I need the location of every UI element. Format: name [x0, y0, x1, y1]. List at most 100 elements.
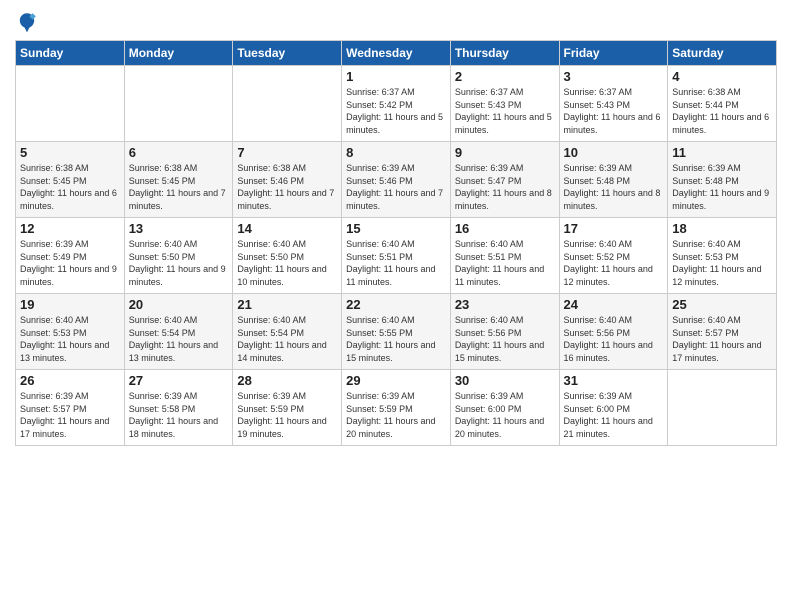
calendar-header-saturday: Saturday	[668, 41, 777, 66]
day-info: Sunrise: 6:39 AM Sunset: 5:58 PM Dayligh…	[129, 390, 229, 440]
calendar-cell	[16, 66, 125, 142]
day-number: 31	[564, 373, 664, 388]
calendar-cell: 5 Sunrise: 6:38 AM Sunset: 5:45 PM Daylig…	[16, 142, 125, 218]
calendar-cell: 8 Sunrise: 6:39 AM Sunset: 5:46 PM Daylig…	[342, 142, 451, 218]
day-info: Sunrise: 6:38 AM Sunset: 5:45 PM Dayligh…	[129, 162, 229, 212]
calendar-cell: 14 Sunrise: 6:40 AM Sunset: 5:50 PM Dayli…	[233, 218, 342, 294]
calendar-header-monday: Monday	[124, 41, 233, 66]
day-number: 5	[20, 145, 120, 160]
calendar-cell: 17 Sunrise: 6:40 AM Sunset: 5:52 PM Dayli…	[559, 218, 668, 294]
day-info: Sunrise: 6:40 AM Sunset: 5:55 PM Dayligh…	[346, 314, 446, 364]
day-number: 18	[672, 221, 772, 236]
day-info: Sunrise: 6:40 AM Sunset: 5:56 PM Dayligh…	[455, 314, 555, 364]
calendar-cell: 24 Sunrise: 6:40 AM Sunset: 5:56 PM Dayli…	[559, 294, 668, 370]
day-number: 20	[129, 297, 229, 312]
calendar-week-3: 12 Sunrise: 6:39 AM Sunset: 5:49 PM Dayli…	[16, 218, 777, 294]
calendar-week-1: 1 Sunrise: 6:37 AM Sunset: 5:42 PM Daylig…	[16, 66, 777, 142]
day-info: Sunrise: 6:38 AM Sunset: 5:45 PM Dayligh…	[20, 162, 120, 212]
calendar-cell: 1 Sunrise: 6:37 AM Sunset: 5:42 PM Daylig…	[342, 66, 451, 142]
day-info: Sunrise: 6:39 AM Sunset: 6:00 PM Dayligh…	[455, 390, 555, 440]
day-number: 14	[237, 221, 337, 236]
day-number: 9	[455, 145, 555, 160]
day-number: 22	[346, 297, 446, 312]
day-info: Sunrise: 6:39 AM Sunset: 5:48 PM Dayligh…	[672, 162, 772, 212]
day-info: Sunrise: 6:40 AM Sunset: 5:52 PM Dayligh…	[564, 238, 664, 288]
calendar-week-5: 26Sunrise: 6:39 AM Sunset: 5:57 PM Dayli…	[16, 370, 777, 446]
day-info: Sunrise: 6:40 AM Sunset: 5:50 PM Dayligh…	[129, 238, 229, 288]
day-number: 2	[455, 69, 555, 84]
calendar-week-4: 19Sunrise: 6:40 AM Sunset: 5:53 PM Dayli…	[16, 294, 777, 370]
day-info: Sunrise: 6:40 AM Sunset: 5:54 PM Dayligh…	[129, 314, 229, 364]
calendar-cell	[233, 66, 342, 142]
day-info: Sunrise: 6:40 AM Sunset: 5:57 PM Dayligh…	[672, 314, 772, 364]
calendar-table: SundayMondayTuesdayWednesdayThursdayFrid…	[15, 40, 777, 446]
calendar-cell: 16 Sunrise: 6:40 AM Sunset: 5:51 PM Dayli…	[450, 218, 559, 294]
day-info: Sunrise: 6:39 AM Sunset: 5:49 PM Dayligh…	[20, 238, 120, 288]
calendar-cell: 4 Sunrise: 6:38 AM Sunset: 5:44 PM Daylig…	[668, 66, 777, 142]
day-info: Sunrise: 6:37 AM Sunset: 5:43 PM Dayligh…	[564, 86, 664, 136]
day-info: Sunrise: 6:37 AM Sunset: 5:42 PM Dayligh…	[346, 86, 446, 136]
day-number: 23	[455, 297, 555, 312]
calendar-cell: 12 Sunrise: 6:39 AM Sunset: 5:49 PM Dayli…	[16, 218, 125, 294]
calendar-cell: 2 Sunrise: 6:37 AM Sunset: 5:43 PM Daylig…	[450, 66, 559, 142]
day-info: Sunrise: 6:40 AM Sunset: 5:56 PM Dayligh…	[564, 314, 664, 364]
day-info: Sunrise: 6:37 AM Sunset: 5:43 PM Dayligh…	[455, 86, 555, 136]
day-info: Sunrise: 6:40 AM Sunset: 5:51 PM Dayligh…	[346, 238, 446, 288]
day-number: 11	[672, 145, 772, 160]
day-number: 4	[672, 69, 772, 84]
day-number: 28	[237, 373, 337, 388]
day-number: 21	[237, 297, 337, 312]
calendar-cell: 13 Sunrise: 6:40 AM Sunset: 5:50 PM Dayli…	[124, 218, 233, 294]
calendar-cell: 22 Sunrise: 6:40 AM Sunset: 5:55 PM Dayli…	[342, 294, 451, 370]
day-number: 16	[455, 221, 555, 236]
day-info: Sunrise: 6:39 AM Sunset: 5:48 PM Dayligh…	[564, 162, 664, 212]
calendar-cell: 10 Sunrise: 6:39 AM Sunset: 5:48 PM Dayli…	[559, 142, 668, 218]
calendar-cell: 31 Sunrise: 6:39 AM Sunset: 6:00 PM Dayli…	[559, 370, 668, 446]
calendar-header-thursday: Thursday	[450, 41, 559, 66]
day-number: 7	[237, 145, 337, 160]
calendar-body: 1 Sunrise: 6:37 AM Sunset: 5:42 PM Daylig…	[16, 66, 777, 446]
calendar-header-friday: Friday	[559, 41, 668, 66]
calendar-cell: 18 Sunrise: 6:40 AM Sunset: 5:53 PM Dayli…	[668, 218, 777, 294]
calendar-cell	[124, 66, 233, 142]
calendar-cell: 26Sunrise: 6:39 AM Sunset: 5:57 PM Dayli…	[16, 370, 125, 446]
day-info: Sunrise: 6:39 AM Sunset: 5:59 PM Dayligh…	[346, 390, 446, 440]
day-info: Sunrise: 6:40 AM Sunset: 5:54 PM Dayligh…	[237, 314, 337, 364]
calendar-header-wednesday: Wednesday	[342, 41, 451, 66]
day-number: 17	[564, 221, 664, 236]
logo	[15, 10, 43, 34]
calendar-week-2: 5 Sunrise: 6:38 AM Sunset: 5:45 PM Daylig…	[16, 142, 777, 218]
day-info: Sunrise: 6:38 AM Sunset: 5:44 PM Dayligh…	[672, 86, 772, 136]
day-number: 29	[346, 373, 446, 388]
calendar-cell: 28 Sunrise: 6:39 AM Sunset: 5:59 PM Dayli…	[233, 370, 342, 446]
day-info: Sunrise: 6:39 AM Sunset: 6:00 PM Dayligh…	[564, 390, 664, 440]
day-info: Sunrise: 6:40 AM Sunset: 5:53 PM Dayligh…	[20, 314, 120, 364]
calendar-cell: 21 Sunrise: 6:40 AM Sunset: 5:54 PM Dayli…	[233, 294, 342, 370]
calendar-cell: 7 Sunrise: 6:38 AM Sunset: 5:46 PM Daylig…	[233, 142, 342, 218]
day-info: Sunrise: 6:40 AM Sunset: 5:53 PM Dayligh…	[672, 238, 772, 288]
day-info: Sunrise: 6:40 AM Sunset: 5:50 PM Dayligh…	[237, 238, 337, 288]
calendar-header-sunday: Sunday	[16, 41, 125, 66]
day-number: 12	[20, 221, 120, 236]
day-number: 30	[455, 373, 555, 388]
logo-icon	[15, 10, 39, 34]
calendar-header-tuesday: Tuesday	[233, 41, 342, 66]
day-info: Sunrise: 6:38 AM Sunset: 5:46 PM Dayligh…	[237, 162, 337, 212]
day-number: 8	[346, 145, 446, 160]
day-info: Sunrise: 6:40 AM Sunset: 5:51 PM Dayligh…	[455, 238, 555, 288]
calendar-cell: 20 Sunrise: 6:40 AM Sunset: 5:54 PM Dayli…	[124, 294, 233, 370]
calendar-cell: 6 Sunrise: 6:38 AM Sunset: 5:45 PM Daylig…	[124, 142, 233, 218]
day-number: 25	[672, 297, 772, 312]
day-number: 6	[129, 145, 229, 160]
day-number: 10	[564, 145, 664, 160]
day-info: Sunrise: 6:39 AM Sunset: 5:46 PM Dayligh…	[346, 162, 446, 212]
calendar-cell: 9 Sunrise: 6:39 AM Sunset: 5:47 PM Daylig…	[450, 142, 559, 218]
day-number: 1	[346, 69, 446, 84]
calendar-cell: 19Sunrise: 6:40 AM Sunset: 5:53 PM Dayli…	[16, 294, 125, 370]
calendar-cell: 29 Sunrise: 6:39 AM Sunset: 5:59 PM Dayli…	[342, 370, 451, 446]
day-info: Sunrise: 6:39 AM Sunset: 5:59 PM Dayligh…	[237, 390, 337, 440]
day-info: Sunrise: 6:39 AM Sunset: 5:47 PM Dayligh…	[455, 162, 555, 212]
calendar-header-row: SundayMondayTuesdayWednesdayThursdayFrid…	[16, 41, 777, 66]
day-number: 24	[564, 297, 664, 312]
day-number: 13	[129, 221, 229, 236]
